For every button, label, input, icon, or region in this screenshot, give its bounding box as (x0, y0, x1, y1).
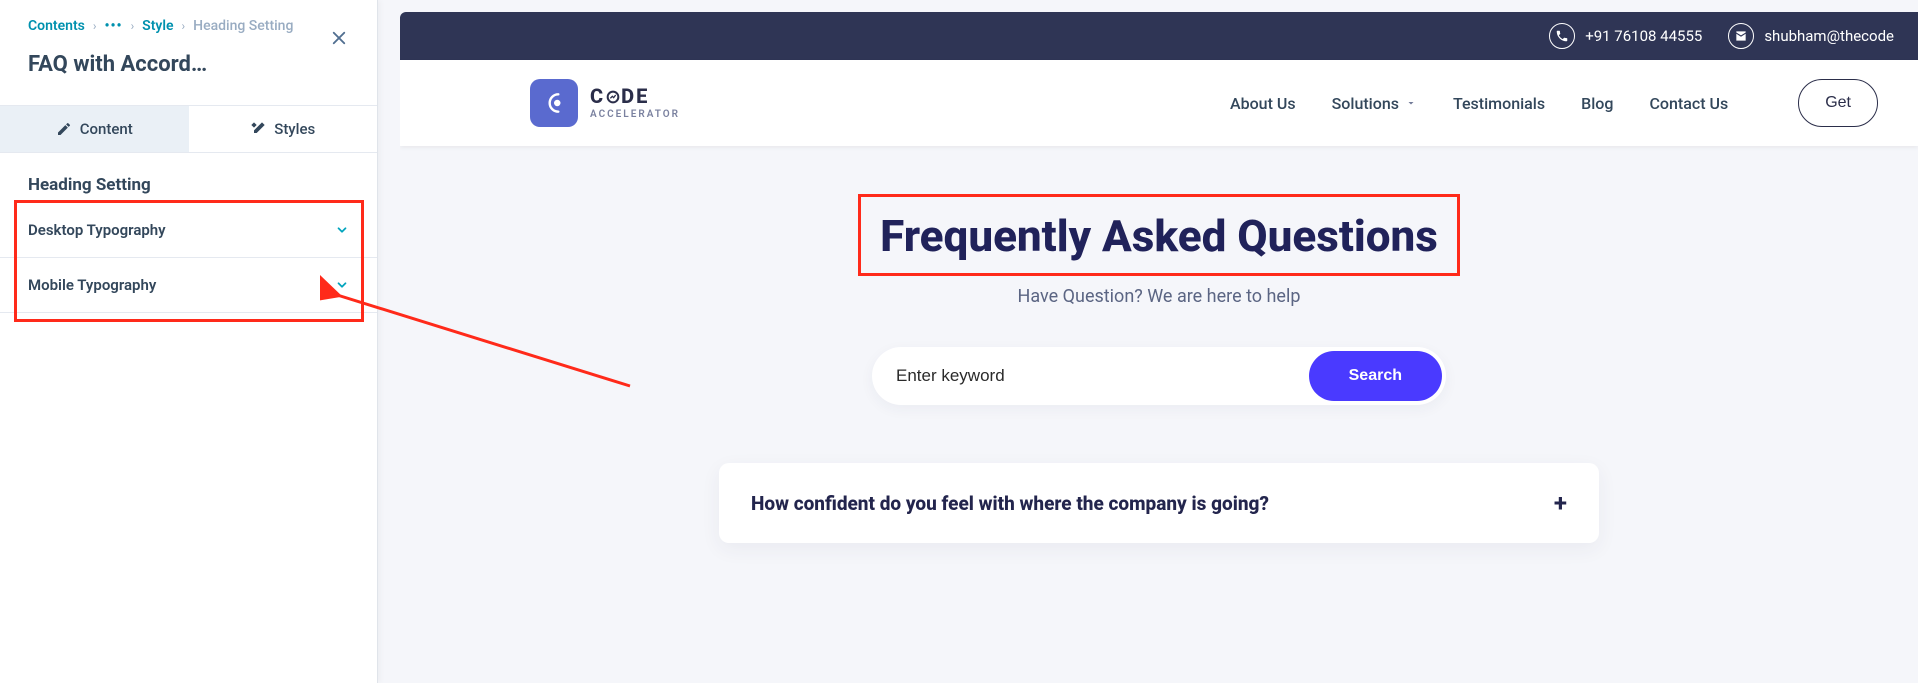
breadcrumb: Contents › ••• › Style › Heading Setting (28, 18, 349, 34)
caret-down-icon (1405, 97, 1417, 109)
topbar-phone-text: +91 76108 44555 (1585, 27, 1702, 45)
tab-content-label: Content (80, 120, 133, 138)
search-input[interactable] (896, 352, 1309, 400)
brand-name-post: DE (621, 84, 649, 108)
close-icon[interactable] (325, 24, 353, 52)
breadcrumb-ellipsis[interactable]: ••• (104, 18, 122, 34)
faq-heading: Frequently Asked Questions (866, 206, 1452, 266)
accordion-mobile-label: Mobile Typography (28, 276, 156, 294)
breadcrumb-style[interactable]: Style (142, 18, 173, 34)
pencil-icon (56, 121, 72, 137)
brand-logo-icon (530, 79, 578, 127)
accordion-mobile-typography[interactable]: Mobile Typography (0, 258, 377, 313)
chevron-down-icon (335, 278, 349, 292)
topbar-email-text: shubham@thecode (1764, 27, 1894, 45)
section-heading: Heading Setting (0, 153, 377, 203)
faq-search: Search (872, 347, 1446, 405)
search-button[interactable]: Search (1309, 351, 1442, 401)
topbar-email[interactable]: shubham@thecode (1728, 23, 1894, 49)
editor-tabs: Content Styles (0, 105, 377, 153)
brand[interactable]: C DE ACCELERATOR (530, 79, 680, 127)
accordion-desktop-label: Desktop Typography (28, 221, 166, 239)
faq-subtitle: Have Question? We are here to help (400, 286, 1918, 307)
nav-about[interactable]: About Us (1230, 94, 1296, 113)
chevron-down-icon (335, 223, 349, 237)
plus-icon[interactable]: + (1554, 491, 1567, 515)
chevron-right-icon: › (182, 19, 186, 33)
topbar-phone[interactable]: +91 76108 44555 (1549, 23, 1702, 49)
phone-icon (1549, 23, 1575, 49)
accordion-desktop-typography[interactable]: Desktop Typography (0, 203, 377, 258)
nav-blog[interactable]: Blog (1581, 94, 1613, 113)
brand-name-pre: C (590, 84, 605, 108)
tab-styles[interactable]: Styles (189, 106, 378, 152)
faq-item[interactable]: How confident do you feel with where the… (719, 463, 1599, 543)
page-body: Frequently Asked Questions Have Question… (400, 146, 1918, 543)
tab-content[interactable]: Content (0, 106, 189, 152)
nav-solutions-label: Solutions (1332, 94, 1399, 113)
nav-testimonials[interactable]: Testimonials (1453, 94, 1545, 113)
nav-solutions[interactable]: Solutions (1332, 94, 1417, 113)
site-topbar: +91 76108 44555 shubham@thecode (400, 12, 1918, 60)
site-navbar: C DE ACCELERATOR About Us Solutions Testi… (400, 60, 1918, 146)
envelope-icon (1728, 23, 1754, 49)
brand-text: C DE ACCELERATOR (590, 86, 680, 120)
panel-header: Contents › ••• › Style › Heading Setting… (0, 0, 377, 87)
nav-links: About Us Solutions Testimonials Blog Con… (1230, 94, 1728, 113)
panel-title: FAQ with Accord… (28, 52, 308, 77)
faq-question-text: How confident do you feel with where the… (751, 492, 1269, 515)
breadcrumb-current: Heading Setting (193, 18, 293, 34)
tab-styles-label: Styles (274, 120, 315, 138)
crossed-tools-icon (250, 121, 266, 137)
brand-tagline: ACCELERATOR (590, 110, 680, 120)
preview-area: +91 76108 44555 shubham@thecode C DE ACCE… (400, 12, 1918, 683)
chevron-right-icon: › (93, 19, 97, 33)
breadcrumb-contents[interactable]: Contents (28, 18, 85, 34)
chevron-right-icon: › (131, 19, 135, 33)
editor-panel: Contents › ••• › Style › Heading Setting… (0, 0, 378, 683)
nav-contact[interactable]: Contact Us (1649, 94, 1728, 113)
cta-get-button[interactable]: Get (1798, 79, 1878, 127)
brand-o-icon (605, 88, 621, 108)
